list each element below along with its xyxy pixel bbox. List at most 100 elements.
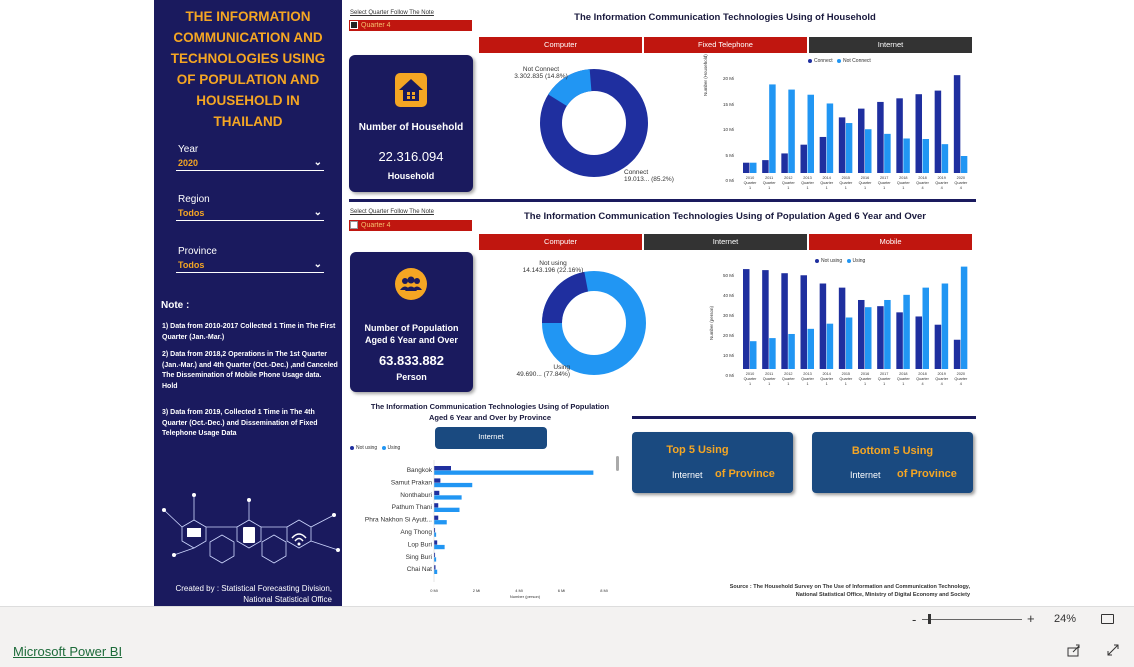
bar-using [865,307,872,369]
bar-using [788,333,795,369]
x-tick-label: 1 [749,382,751,386]
x-tick-label: 1 [902,382,904,386]
bar-connect [762,160,769,173]
population-quarter-value: Quarter 4 [361,222,391,229]
zoom-in-button[interactable]: + [1027,611,1035,626]
province-chart-title: The Information Communication Technologi… [370,402,610,422]
year-dropdown[interactable]: 2020 ⌄ [176,157,324,171]
household-legend: Connect Not Connect [808,58,871,64]
x-tick-label: Quarter [897,377,911,381]
household-quarter-label: Select Quarter Follow The Note [350,10,434,16]
top5-sub-left: Internet [672,470,703,480]
tab-population-computer[interactable]: Computer [479,234,642,250]
x-tick-label: 2015 [842,176,850,180]
bar-not-connect [769,84,776,173]
bar-not-using [743,269,750,369]
x-tick-label: Quarter [763,377,777,381]
zoom-slider[interactable] [922,619,1022,620]
report-title: THE INFORMATION COMMUNICATION AND TECHNO… [170,9,326,129]
population-bar-chart: 2010Quarter12011Quarter12012Quarter12013… [743,266,968,386]
province-x-axis-label: Number (person) [509,594,541,599]
x-tick-label: 2018 [918,176,926,180]
bar-connect [953,75,961,173]
bottom5-sub-left: Internet [850,470,881,480]
province-label: Bangkok [407,467,433,474]
population-donut-bottom-label: Using 49.690... (77.84%) [516,364,570,378]
bar-using [434,495,462,500]
note-1: 1) Data from 2010-2017 Collected 1 Time … [162,323,336,341]
x-tick-label: 2012 [784,176,792,180]
bar-not-using [434,478,441,483]
source-note: Source : The Household Survey on The Use… [729,584,970,598]
x-tick-label: 1 [864,186,866,190]
bar-using [750,341,757,369]
x-tick-label: 2020 [957,372,965,376]
tab-household-fixed-telephone[interactable]: Fixed Telephone [644,37,807,53]
x-tick-label: 1 [787,382,789,386]
bar-not-using [434,490,440,496]
x-tick-label: 1 [864,382,866,386]
region-dropdown[interactable]: Todos ⌄ [176,207,324,221]
x-tick-label: Quarter [954,377,968,381]
bar-using [922,287,929,369]
bar-connect [915,94,922,173]
province-label: Phra Nakhon Si Ayutt... [365,517,432,524]
bar-not-connect [960,156,968,173]
x-tick-label: Quarter [801,377,815,381]
x-tick-label: 1 [749,186,751,190]
household-quarter-select[interactable]: Quarter 4 [349,20,472,31]
x-tick-label: Quarter [935,377,949,381]
bar-not-connect [807,94,814,173]
x-tick-label: 0 Mi [430,588,438,593]
x-tick-label: 2012 [784,372,792,376]
tab-household-computer[interactable]: Computer [479,37,642,53]
bar-connect [800,144,807,173]
top5-sub-right: of Province [715,468,775,480]
x-tick-label: Quarter [878,181,892,185]
zoom-slider-thumb[interactable] [928,614,931,624]
zoom-out-button[interactable]: - [912,612,916,627]
fit-to-page-icon[interactable] [1101,614,1114,624]
household-card-value: 22.316.094 [378,149,444,164]
bar-using [960,266,968,369]
share-icon[interactable] [1067,643,1081,657]
x-tick-label: 1 [883,186,885,190]
x-tick-label: 1 [845,186,847,190]
population-card: Number of Population Aged 6 Year and Over… [350,252,473,392]
x-tick-label: 2019 [937,176,945,180]
expand-icon[interactable] [1106,643,1120,657]
bottom5-button[interactable]: Bottom 5 Using Internet of Province [812,432,973,493]
province-label: Chai Nat [407,566,432,573]
x-tick-label: 1 [902,186,904,190]
tab-population-internet[interactable]: Internet [644,234,807,250]
x-tick-label: Quarter [763,181,777,185]
tab-household-internet[interactable]: Internet [809,37,972,53]
province-internet-button[interactable]: Internet [435,427,547,449]
x-tick-label: 2017 [880,176,888,180]
x-tick-label: 4 [921,382,923,386]
x-tick-label: 4 [960,382,962,386]
x-tick-label: 2018 [899,176,907,180]
house-icon [395,73,427,107]
status-bar: - + 24% Microsoft Power BI [0,606,1134,667]
x-tick-label: 4 [960,186,962,190]
population-y-axis-label: Number (person) [709,305,714,340]
province-scrollbar[interactable] [616,456,619,471]
year-value: 2020 [178,158,199,168]
top5-button[interactable]: Top 5 Using Internet of Province [632,432,793,493]
power-bi-link[interactable]: Microsoft Power BI [13,644,122,659]
household-card: Number of Household 22.316.094 Household [349,55,473,192]
x-tick-label: 4 [941,186,943,190]
province-dropdown[interactable]: Todos ⌄ [176,259,324,273]
x-tick-label: 2016 [861,372,869,376]
bar-not-connect [788,89,795,173]
province-label: Sing Buri [406,554,432,561]
bar-using [434,569,438,574]
household-quarter-value: Quarter 4 [361,22,391,29]
province-label: Pathum Thani [392,504,432,511]
zoom-level: 24% [1054,613,1077,625]
population-quarter-select[interactable]: Quarter 4 [349,220,472,231]
bar-not-using [896,312,903,369]
tab-population-mobile[interactable]: Mobile [809,234,972,250]
bar-connect [858,108,865,173]
